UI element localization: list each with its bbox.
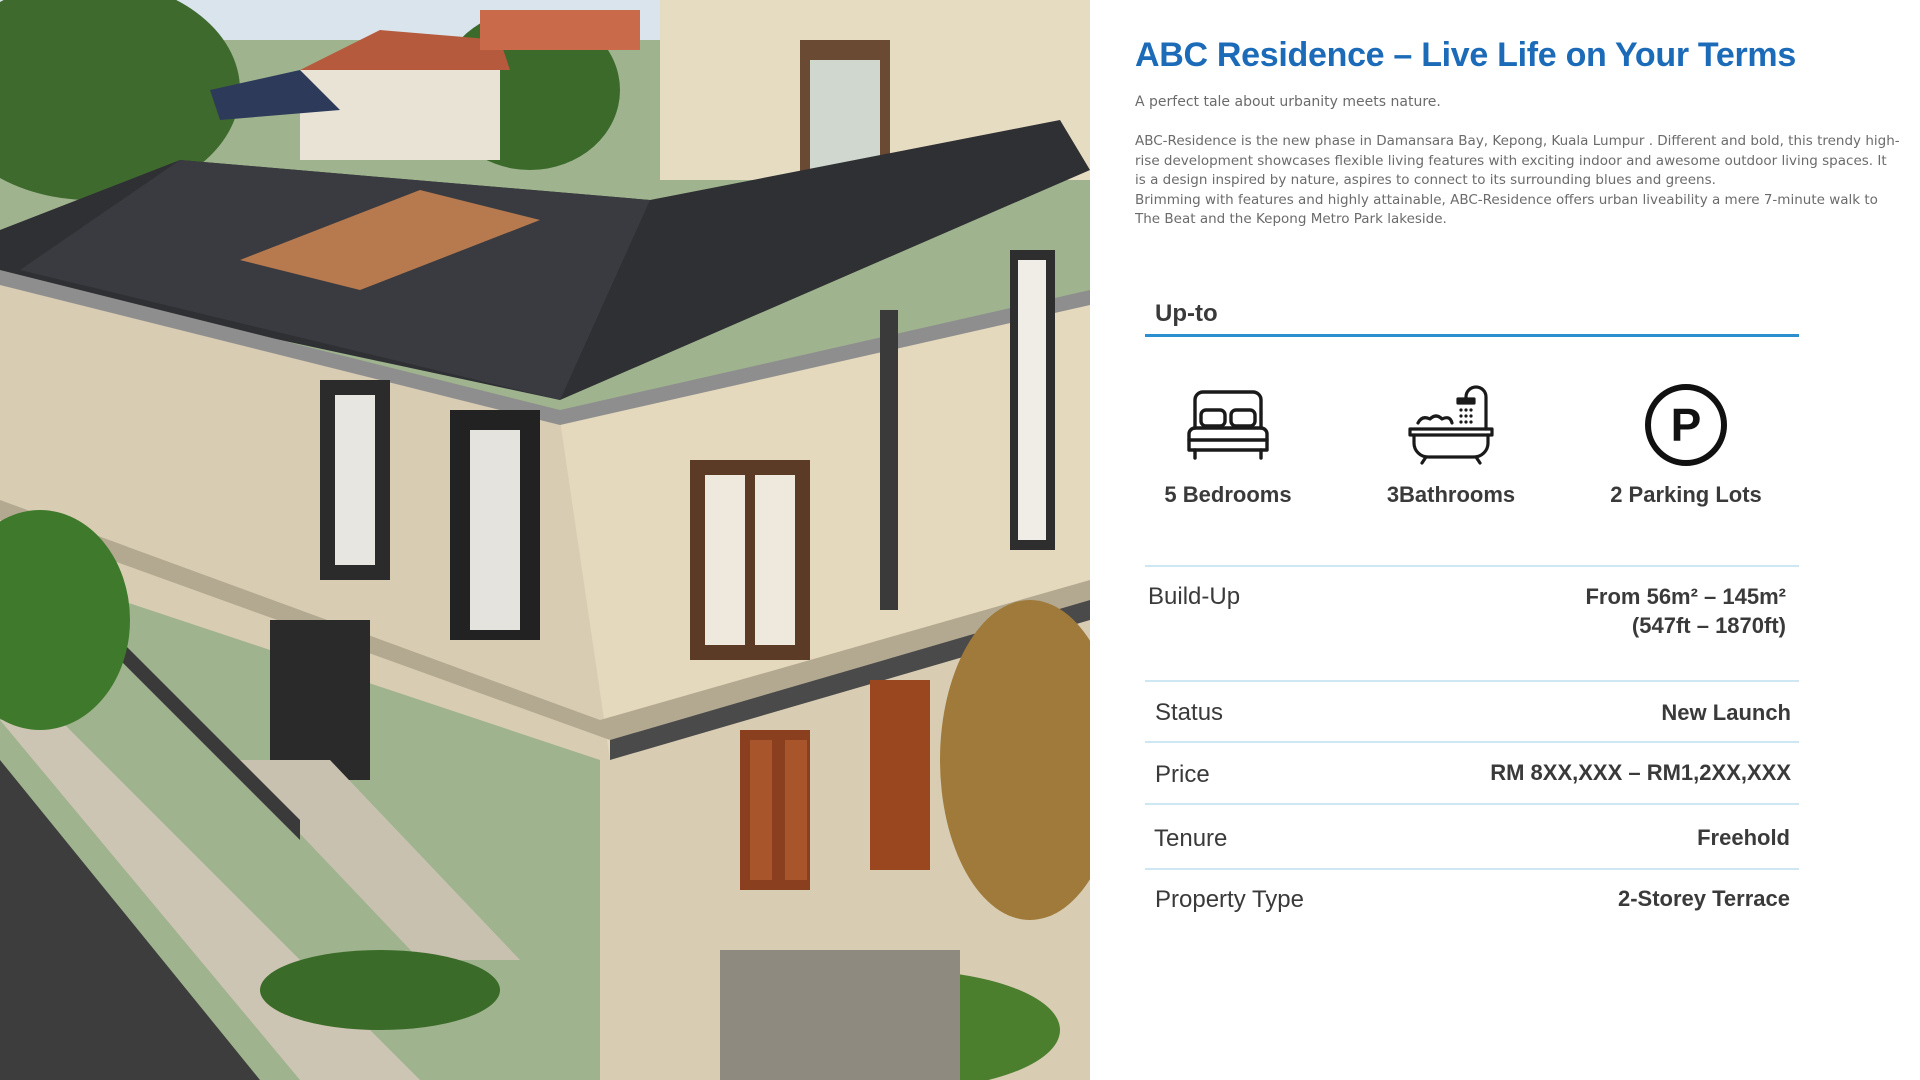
parking-label: 2 Parking Lots: [1610, 482, 1762, 507]
page-subtitle: A perfect tale about urbanity meets natu…: [1135, 94, 1441, 110]
page-title: ABC Residence – Live Life on Your Terms: [1135, 36, 1796, 74]
feature-parking: P 2 Parking Lots: [1576, 380, 1796, 508]
buildup-value-sqft: (547ft – 1870ft): [1631, 613, 1786, 638]
divider-1: [1145, 565, 1799, 567]
house-illustration: [0, 0, 1090, 1080]
upto-heading: Up-to: [1155, 300, 1218, 327]
description-paragraph-2: Brimming with features and highly attain…: [1135, 191, 1878, 228]
buildup-value-sqm: From 56m² – 145m²: [1585, 584, 1786, 609]
buildup-label: Build-Up: [1148, 583, 1241, 610]
upto-divider: [1145, 334, 1799, 337]
feature-bedrooms: 5 Bedrooms: [1118, 380, 1338, 508]
description-paragraph-1: ABC-Residence is the new phase in Damans…: [1135, 133, 1900, 188]
tenure-value: Freehold: [1697, 825, 1790, 850]
divider-5: [1145, 868, 1799, 870]
price-value: RM 8XX,XXX – RM1,2XX,XXX: [1490, 760, 1791, 785]
property-type-label: Property Type: [1155, 886, 1304, 913]
price-label: Price: [1155, 761, 1210, 788]
divider-4: [1145, 803, 1799, 805]
bedrooms-label: 5 Bedrooms: [1164, 482, 1292, 507]
bed-icon: [1118, 380, 1338, 470]
bathrooms-label: 3Bathrooms: [1386, 482, 1516, 507]
divider-3: [1145, 741, 1799, 743]
svg-text:P: P: [1671, 399, 1702, 451]
status-value: New Launch: [1661, 700, 1791, 725]
description: ABC-Residence is the new phase in Damans…: [1135, 132, 1900, 230]
tenure-label: Tenure: [1154, 825, 1228, 852]
buildup-value: From 56m² – 145m² (547ft – 1870ft): [1585, 582, 1786, 640]
bathtub-icon: [1341, 380, 1561, 470]
feature-bathrooms: 3Bathrooms: [1341, 380, 1561, 508]
parking-icon: P: [1576, 380, 1796, 470]
property-photo: [0, 0, 1090, 1080]
property-type-value: 2-Storey Terrace: [1617, 886, 1790, 911]
divider-2: [1145, 680, 1799, 682]
status-label: Status: [1155, 699, 1224, 726]
